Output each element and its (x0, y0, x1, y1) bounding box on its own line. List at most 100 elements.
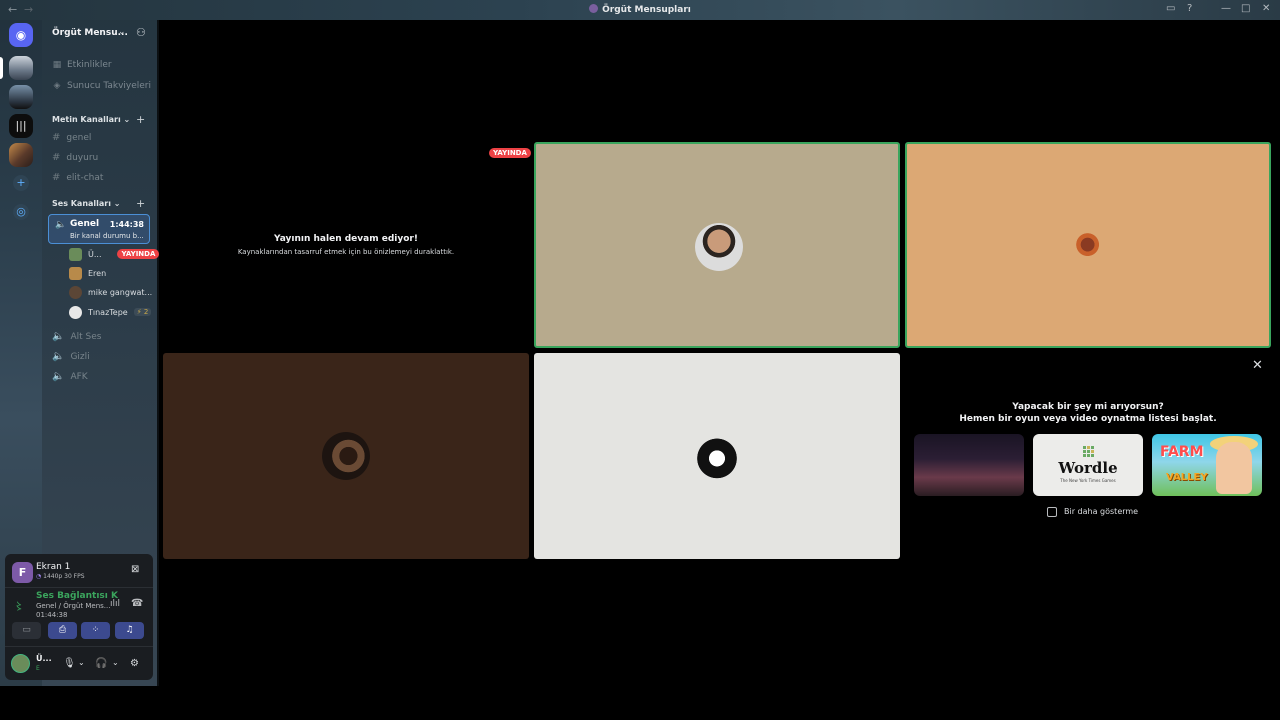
user-panel: F Ekran 1 ◔ 1440p 30 FPS ⊠ 〻 Ses Bağlant… (5, 554, 153, 680)
boost-icon: ◈ (53, 81, 61, 91)
voice-user[interactable]: Ü... YAYINDA (69, 247, 160, 261)
promo-title: Yapacak bir şey mi arıyorsun? (1012, 402, 1164, 412)
calendar-icon: ▦ (52, 60, 62, 70)
app-window: ← → Örgüt Mensupları ▭ ? — □ ✕ ◉ ||| + ◎… (0, 0, 1280, 720)
text-category[interactable]: Metin Kanalları ⌄ (52, 115, 130, 124)
boosts-link[interactable]: ◈ Sunucu Takviyeleri (52, 81, 151, 91)
voice-user[interactable]: Eren (69, 266, 106, 280)
text-category-label: Metin Kanalları (52, 115, 121, 124)
participant-tile[interactable] (534, 142, 900, 348)
server-name[interactable]: Örgüt Mensu... (52, 28, 128, 38)
server-icon-3[interactable]: ||| (9, 114, 33, 138)
dont-show-checkbox[interactable] (1047, 507, 1057, 517)
server-icon-4[interactable] (9, 143, 33, 167)
voice-connected-channel[interactable]: Genel / Örgüt Mens... (36, 602, 110, 610)
panel-user-name[interactable]: Ü... (36, 654, 52, 663)
voice-channel-alt-ses[interactable]: 🔈 Alt Ses (52, 331, 101, 342)
screen-share-quality: ◔ 1440p 30 FPS (36, 573, 85, 580)
character-shape (1216, 442, 1252, 494)
voice-channel-timer: 1:44:38 (109, 220, 144, 229)
stream-paused-subtitle: Kaynaklarından tasarruf etmek için bu ön… (237, 248, 455, 256)
voice-user-name: Eren (88, 268, 107, 278)
screen-share-avatar: F (12, 562, 33, 583)
farm-title: FARM (1160, 444, 1204, 460)
voice-user[interactable]: TınazTepe ⚡ 2 (69, 305, 152, 319)
microphone-icon[interactable]: 🎙 (63, 658, 76, 669)
add-voice-channel-icon[interactable]: + (136, 197, 145, 210)
camera-button[interactable]: ▭ (12, 622, 41, 639)
add-server-icon[interactable]: + (13, 175, 29, 191)
voice-user-name: Ü... (88, 249, 102, 259)
chevron-down-icon[interactable]: ⌄ (112, 658, 119, 667)
channel-label: Alt Ses (70, 331, 102, 342)
channel-duyuru[interactable]: # duyuru (52, 152, 98, 163)
voice-connected-label[interactable]: Ses Bağlantısı K (36, 591, 118, 601)
selected-server-pill (0, 57, 3, 79)
voice-channel-genel[interactable]: 🔈 Genel 1:44:38 Bir kanal durumu b... (48, 214, 150, 244)
discord-home-icon[interactable]: ◉ (9, 23, 33, 47)
avatar (693, 432, 741, 480)
voice-category[interactable]: Ses Kanalları ⌄ (52, 199, 121, 208)
divider (5, 587, 153, 588)
events-link[interactable]: ▦ Etkinlikler (52, 60, 112, 70)
voice-connected-time: 01:44:38 (36, 611, 68, 619)
channel-label: Gizli (70, 351, 90, 362)
boosts-label: Sunucu Takviyeleri (67, 81, 152, 91)
participant-tile[interactable] (905, 142, 1271, 348)
panel-user-status: E (36, 665, 40, 672)
avatar (69, 266, 82, 280)
screen-share-title: Ekran 1 (36, 562, 71, 572)
noise-suppression-icon[interactable]: ılıl (110, 599, 120, 609)
game-card-farm-valley[interactable]: FARM VALLEY (1152, 434, 1262, 496)
disconnect-icon[interactable]: ☎ (131, 598, 143, 609)
close-icon[interactable]: ✕ (1252, 358, 1263, 373)
channel-label: elit-chat (66, 172, 104, 183)
game-card-shop[interactable] (914, 434, 1024, 496)
hash-icon: # (52, 172, 61, 183)
invite-people-icon[interactable]: ⚇ (136, 26, 146, 39)
voice-channel-status[interactable]: Bir kanal durumu b... (70, 232, 148, 240)
soundboard-button[interactable]: ♫ (115, 622, 144, 639)
discover-icon[interactable]: ◎ (13, 204, 29, 220)
maximize-icon[interactable]: □ (1241, 3, 1250, 14)
close-window-icon[interactable]: ✕ (1262, 3, 1270, 14)
window-title-text: Örgüt Mensupları (602, 5, 691, 15)
dont-show-label[interactable]: Bir daha gösterme (1064, 507, 1138, 516)
server-icon-2[interactable] (9, 85, 33, 109)
share-screen-button[interactable]: ⎙ (48, 622, 77, 639)
add-text-channel-icon[interactable]: + (136, 113, 145, 126)
voice-channel-afk[interactable]: 🔈 AFK (52, 371, 88, 382)
channel-elit-chat[interactable]: # elit-chat (52, 172, 103, 183)
participant-tile[interactable] (163, 353, 529, 559)
server-mini-avatar (589, 4, 599, 13)
avatar (69, 305, 82, 319)
headphones-icon[interactable]: 🎧 (95, 658, 107, 669)
activities-button[interactable]: ⁘ (81, 622, 110, 639)
chevron-down-icon[interactable]: ⌄ (118, 27, 126, 37)
minimize-icon[interactable]: — (1221, 3, 1231, 14)
wordle-title: Wordle (1058, 459, 1118, 477)
server-icon-orgut[interactable] (9, 56, 33, 80)
wordle-grid-icon (1083, 446, 1094, 457)
channel-genel[interactable]: # genel (52, 132, 91, 143)
live-badge: YAYINDA (489, 148, 531, 158)
screen-share-quality-text: 1440p 30 FPS (43, 573, 85, 580)
stream-paused-title: Yayının halen devam ediyor! (274, 234, 418, 244)
wordle-subtitle: The New York Times Games (1060, 478, 1116, 483)
inbox-icon[interactable]: ▭ (1166, 3, 1175, 14)
participant-tile[interactable] (534, 353, 900, 559)
valley-title: VALLEY (1166, 472, 1208, 483)
promo-subtitle: Hemen bir oyun veya video oynatma listes… (959, 414, 1217, 424)
stream-tile-paused[interactable]: YAYINDA Yayının halen devam ediyor! Kayn… (163, 142, 531, 348)
game-card-wordle[interactable]: Wordle The New York Times Games (1033, 434, 1143, 496)
voice-user-name: TınazTepe (88, 307, 128, 317)
voice-user[interactable]: mike gangwat... (69, 285, 152, 299)
events-label: Etkinlikler (67, 60, 112, 70)
stop-stream-icon[interactable]: ⊠ (131, 564, 139, 575)
avatar[interactable] (11, 654, 30, 673)
voice-channel-gizli[interactable]: 🔈 Gizli (52, 351, 90, 362)
help-icon[interactable]: ? (1187, 3, 1192, 14)
signal-icon: 〻 (14, 602, 24, 613)
chevron-down-icon[interactable]: ⌄ (78, 658, 85, 667)
gear-icon[interactable]: ⚙ (130, 658, 139, 669)
